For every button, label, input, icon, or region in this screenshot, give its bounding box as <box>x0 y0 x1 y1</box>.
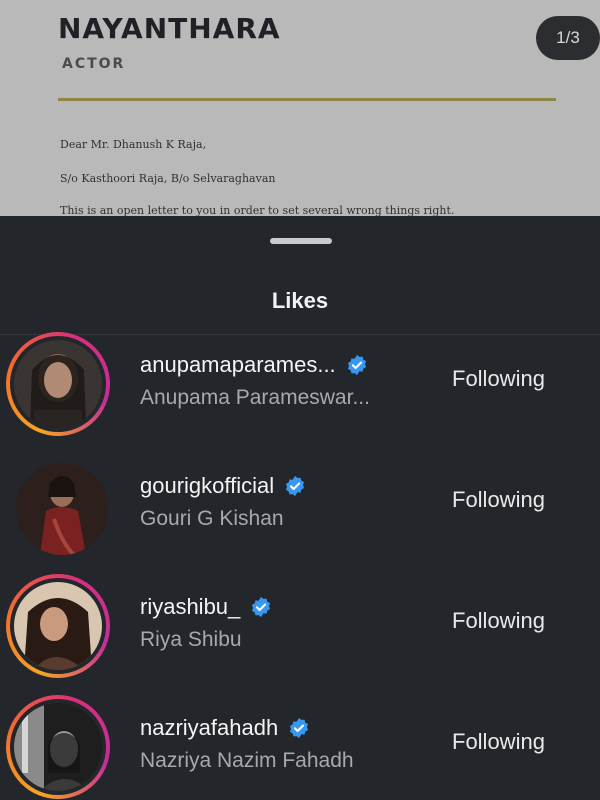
avatar <box>14 340 102 428</box>
story-ring[interactable] <box>6 332 110 436</box>
avatar <box>14 582 102 670</box>
verified-badge-icon <box>290 717 309 739</box>
username[interactable]: gourigkofficial <box>140 473 306 499</box>
username-text: riyashibu_ <box>140 594 241 619</box>
letter-preview: NAYANTHARA ACTOR Dear Mr. Dhanush K Raja… <box>0 0 600 216</box>
letter-line: Dear Mr. Dhanush K Raja, <box>60 138 207 151</box>
story-ring[interactable] <box>6 695 110 799</box>
like-row[interactable]: nazriyafahadh Nazriya Nazim Fahadh Follo… <box>0 695 600 800</box>
username[interactable]: riyashibu_ <box>140 594 272 620</box>
likes-sheet: Likes anupamaparames... Anupama Paramesw… <box>0 216 600 800</box>
letter-divider <box>58 98 556 101</box>
avatar <box>16 463 108 555</box>
avatar <box>14 703 102 791</box>
like-row[interactable]: riyashibu_ Riya Shibu Following <box>0 574 600 694</box>
verified-badge-icon <box>252 596 271 618</box>
letter-line: This is an open letter to you in order t… <box>60 204 455 216</box>
page-indicator: 1/3 <box>536 16 600 60</box>
username[interactable]: anupamaparames... <box>140 352 368 378</box>
following-button[interactable]: Following <box>452 729 545 755</box>
username-text: anupamaparames... <box>140 352 336 377</box>
like-row[interactable]: gourigkofficial Gouri G Kishan Following <box>0 453 600 573</box>
username[interactable]: nazriyafahadh <box>140 715 310 741</box>
following-button[interactable]: Following <box>452 608 545 634</box>
following-button[interactable]: Following <box>452 487 545 513</box>
verified-badge-icon <box>347 354 366 376</box>
username-text: gourigkofficial <box>140 473 275 498</box>
following-button[interactable]: Following <box>452 366 545 392</box>
avatar-container[interactable] <box>6 453 110 557</box>
story-ring[interactable] <box>6 574 110 678</box>
sheet-title: Likes <box>271 288 329 313</box>
letter-heading-role: ACTOR <box>62 56 126 72</box>
full-name: Nazriya Nazim Fahadh <box>140 749 354 772</box>
full-name: Gouri G Kishan <box>140 507 284 530</box>
sheet-drag-handle[interactable] <box>270 238 332 244</box>
letter-heading-name: NAYANTHARA <box>58 12 281 45</box>
like-row[interactable]: anupamaparames... Anupama Parameswar... … <box>0 332 600 452</box>
verified-badge-icon <box>286 475 305 497</box>
full-name: Anupama Parameswar... <box>140 386 370 409</box>
letter-line: S/o Kasthoori Raja, B/o Selvaraghavan <box>60 172 276 185</box>
username-text: nazriyafahadh <box>140 715 279 740</box>
full-name: Riya Shibu <box>140 628 242 651</box>
